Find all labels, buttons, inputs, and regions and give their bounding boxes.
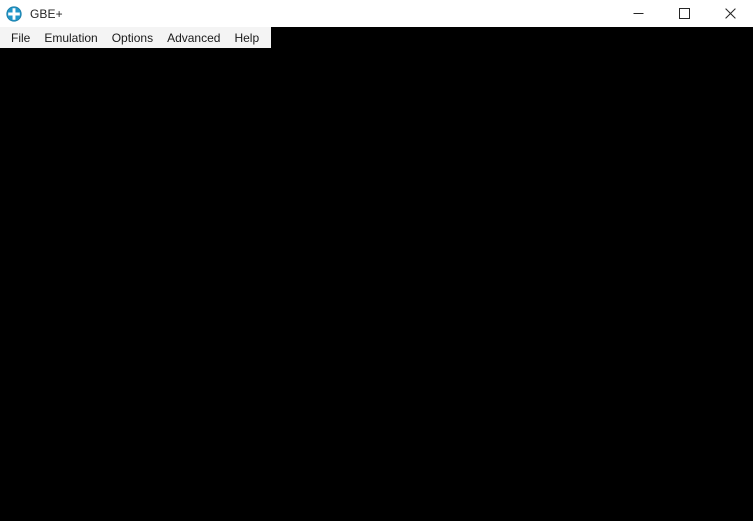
menu-item-advanced[interactable]: Advanced [160,27,227,48]
close-button[interactable] [707,0,753,27]
emulation-display-area[interactable] [0,48,753,521]
menu-item-file[interactable]: File [4,27,37,48]
window-title: GBE+ [30,6,63,21]
menu-bar-strip: File Emulation Options Advanced Help [0,27,272,48]
maximize-icon [678,8,690,19]
close-icon [724,8,736,19]
maximize-button[interactable] [661,0,707,27]
application-window: GBE+ File Emulation Options Advanced Hel… [0,0,753,521]
gbe-plus-logo-icon [6,5,22,22]
window-controls [615,0,753,27]
minimize-icon [633,13,643,14]
menu-item-help[interactable]: Help [227,27,266,48]
menu-item-options[interactable]: Options [105,27,160,48]
menu-bar: File Emulation Options Advanced Help [0,27,753,48]
minimize-button[interactable] [615,0,661,27]
menu-item-emulation[interactable]: Emulation [37,27,104,48]
title-bar[interactable]: GBE+ [0,0,753,27]
